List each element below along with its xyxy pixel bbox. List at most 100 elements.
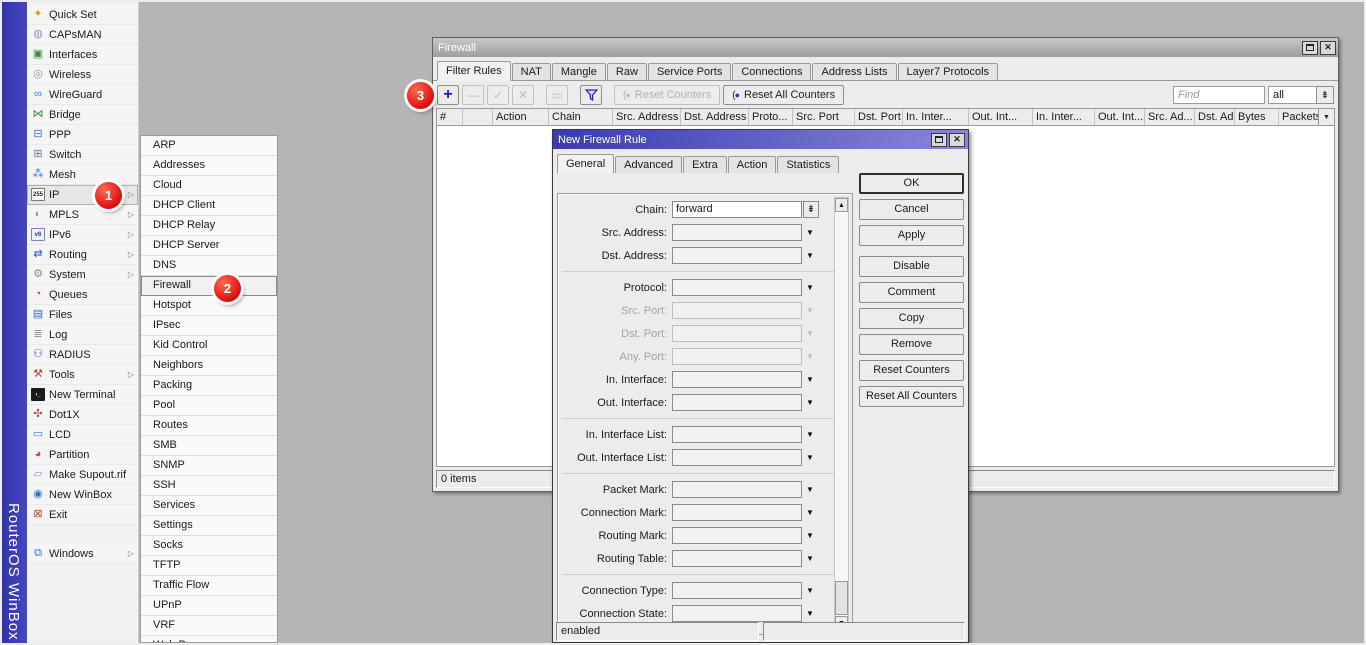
- column-select-button[interactable]: ▼: [1318, 109, 1334, 125]
- field-input-out-interface[interactable]: [672, 394, 802, 411]
- dropdown-arrow-icon[interactable]: ▼: [802, 352, 818, 361]
- find-input[interactable]: [1173, 86, 1265, 104]
- submenu-item-services[interactable]: Services: [141, 496, 277, 516]
- field-input-chain[interactable]: forward: [672, 201, 802, 218]
- filter-button[interactable]: [580, 85, 602, 105]
- submenu-item-packing[interactable]: Packing: [141, 376, 277, 396]
- dropdown-arrow-icon[interactable]: ▼: [802, 398, 818, 407]
- submenu-item-pool[interactable]: Pool: [141, 396, 277, 416]
- dialog-titlebar[interactable]: New Firewall Rule ✕: [553, 130, 968, 149]
- scrollbar-thumb[interactable]: [835, 581, 848, 615]
- tab-raw[interactable]: Raw: [607, 63, 647, 80]
- dropdown-arrow-icon[interactable]: ▼: [802, 251, 818, 260]
- submenu-item-smb[interactable]: SMB: [141, 436, 277, 456]
- dropdown-arrow-icon[interactable]: ▼: [802, 430, 818, 439]
- submenu-item-hotspot[interactable]: Hotspot: [141, 296, 277, 316]
- sidebar-item-radius[interactable]: ⚇RADIUS: [27, 345, 138, 365]
- ok-button[interactable]: OK: [859, 173, 964, 194]
- column-header-bytes[interactable]: Bytes: [1235, 109, 1279, 125]
- submenu-item-ssh[interactable]: SSH: [141, 476, 277, 496]
- column-header-out-int-[interactable]: Out. Int...: [1095, 109, 1145, 125]
- field-input-connection-mark[interactable]: [672, 504, 802, 521]
- dropdown-arrow-icon[interactable]: ▼: [802, 375, 818, 384]
- reset-counters-button[interactable]: (● Reset Counters: [614, 85, 720, 105]
- submenu-item-socks[interactable]: Socks: [141, 536, 277, 556]
- sidebar-item-make-supout-rif[interactable]: ▱Make Supout.rif: [27, 465, 138, 485]
- dropdown-arrow-icon[interactable]: ▼: [802, 283, 818, 292]
- firewall-titlebar[interactable]: Firewall ✕: [433, 38, 1338, 57]
- sidebar-item-windows[interactable]: ⧉Windows▷: [27, 544, 138, 564]
- column-header--[interactable]: #: [437, 109, 463, 125]
- sidebar-item-queues[interactable]: ◔Queues: [27, 285, 138, 305]
- submenu-item-upnp[interactable]: UPnP: [141, 596, 277, 616]
- disable-button[interactable]: Disable: [859, 256, 964, 277]
- dialog-tab-advanced[interactable]: Advanced: [615, 156, 682, 173]
- submenu-item-firewall[interactable]: Firewall: [141, 276, 277, 296]
- field-input-in-interface-list[interactable]: [672, 426, 802, 443]
- dropdown-arrow-icon[interactable]: ▼: [802, 329, 818, 338]
- maximize-button[interactable]: [1302, 41, 1318, 55]
- dropdown-arrow-icon[interactable]: ▼: [802, 453, 818, 462]
- scroll-up-button[interactable]: ▲: [835, 198, 848, 212]
- column-header-chain[interactable]: Chain: [549, 109, 613, 125]
- sidebar-item-interfaces[interactable]: ▣Interfaces: [27, 45, 138, 65]
- cancel-button[interactable]: Cancel: [859, 199, 964, 220]
- dropdown-arrow-icon[interactable]: ▼: [802, 586, 818, 595]
- column-header-out-int-[interactable]: Out. Int...: [969, 109, 1033, 125]
- dialog-maximize-button[interactable]: [931, 133, 947, 147]
- field-input-routing-table[interactable]: [672, 550, 802, 567]
- submenu-item-web-proxy[interactable]: Web Proxy: [141, 636, 277, 643]
- dialog-tab-extra[interactable]: Extra: [683, 156, 727, 173]
- dropdown-arrow-icon[interactable]: ▼: [802, 485, 818, 494]
- column-header-blank-1[interactable]: [463, 109, 493, 125]
- reset-all-counters-button[interactable]: Reset All Counters: [859, 386, 964, 407]
- sidebar-item-mpls[interactable]: ◐MPLS▷: [27, 205, 138, 225]
- sidebar-item-log[interactable]: ≣Log: [27, 325, 138, 345]
- enable-button[interactable]: ✓: [487, 85, 509, 105]
- submenu-item-tftp[interactable]: TFTP: [141, 556, 277, 576]
- submenu-item-addresses[interactable]: Addresses: [141, 156, 277, 176]
- submenu-item-dhcp-client[interactable]: DHCP Client: [141, 196, 277, 216]
- find-scope-combo[interactable]: all ⇟: [1268, 86, 1334, 104]
- submenu-item-snmp[interactable]: SNMP: [141, 456, 277, 476]
- dialog-tab-action[interactable]: Action: [728, 156, 777, 173]
- combo-list-icon[interactable]: ⇟: [1316, 86, 1334, 104]
- field-input-out-interface-list[interactable]: [672, 449, 802, 466]
- dialog-tab-statistics[interactable]: Statistics: [777, 156, 839, 173]
- submenu-item-ipsec[interactable]: IPsec: [141, 316, 277, 336]
- sidebar-item-mesh[interactable]: ⁂Mesh: [27, 165, 138, 185]
- column-header-action[interactable]: Action: [493, 109, 549, 125]
- field-input-protocol[interactable]: [672, 279, 802, 296]
- combo-list-button-chain[interactable]: ⇟: [803, 201, 819, 218]
- tab-nat[interactable]: NAT: [512, 63, 551, 80]
- close-button[interactable]: ✕: [1320, 41, 1336, 55]
- sidebar-item-wireguard[interactable]: ∞WireGuard: [27, 85, 138, 105]
- dialog-close-button[interactable]: ✕: [949, 133, 965, 147]
- submenu-item-traffic-flow[interactable]: Traffic Flow: [141, 576, 277, 596]
- column-header-src-address[interactable]: Src. Address: [613, 109, 681, 125]
- column-header-proto-[interactable]: Proto...: [749, 109, 793, 125]
- reset-counters-button[interactable]: Reset Counters: [859, 360, 964, 381]
- disable-button[interactable]: ✕: [512, 85, 534, 105]
- sidebar-item-tools[interactable]: ⚒Tools▷: [27, 365, 138, 385]
- tab-connections[interactable]: Connections: [732, 63, 811, 80]
- field-input-packet-mark[interactable]: [672, 481, 802, 498]
- dropdown-arrow-icon[interactable]: ▼: [802, 531, 818, 540]
- copy-button[interactable]: Copy: [859, 308, 964, 329]
- sidebar-item-ipv6[interactable]: v6IPv6▷: [27, 225, 138, 245]
- column-header-dst-ad-[interactable]: Dst. Ad...: [1195, 109, 1235, 125]
- submenu-item-cloud[interactable]: Cloud: [141, 176, 277, 196]
- submenu-item-dns[interactable]: DNS: [141, 256, 277, 276]
- dropdown-arrow-icon[interactable]: ▼: [802, 609, 818, 618]
- dialog-tab-general[interactable]: General: [557, 154, 614, 174]
- submenu-item-dhcp-server[interactable]: DHCP Server: [141, 236, 277, 256]
- column-header-src-port[interactable]: Src. Port: [793, 109, 855, 125]
- submenu-item-dhcp-relay[interactable]: DHCP Relay: [141, 216, 277, 236]
- sidebar-item-routing[interactable]: ⇄Routing▷: [27, 245, 138, 265]
- sidebar-item-quick-set[interactable]: ✦Quick Set: [27, 5, 138, 25]
- column-header-dst-port[interactable]: Dst. Port: [855, 109, 903, 125]
- submenu-item-arp[interactable]: ARP: [141, 136, 277, 156]
- sidebar-item-files[interactable]: ▤Files: [27, 305, 138, 325]
- tab-service-ports[interactable]: Service Ports: [648, 63, 731, 80]
- field-input-connection-type[interactable]: [672, 582, 802, 599]
